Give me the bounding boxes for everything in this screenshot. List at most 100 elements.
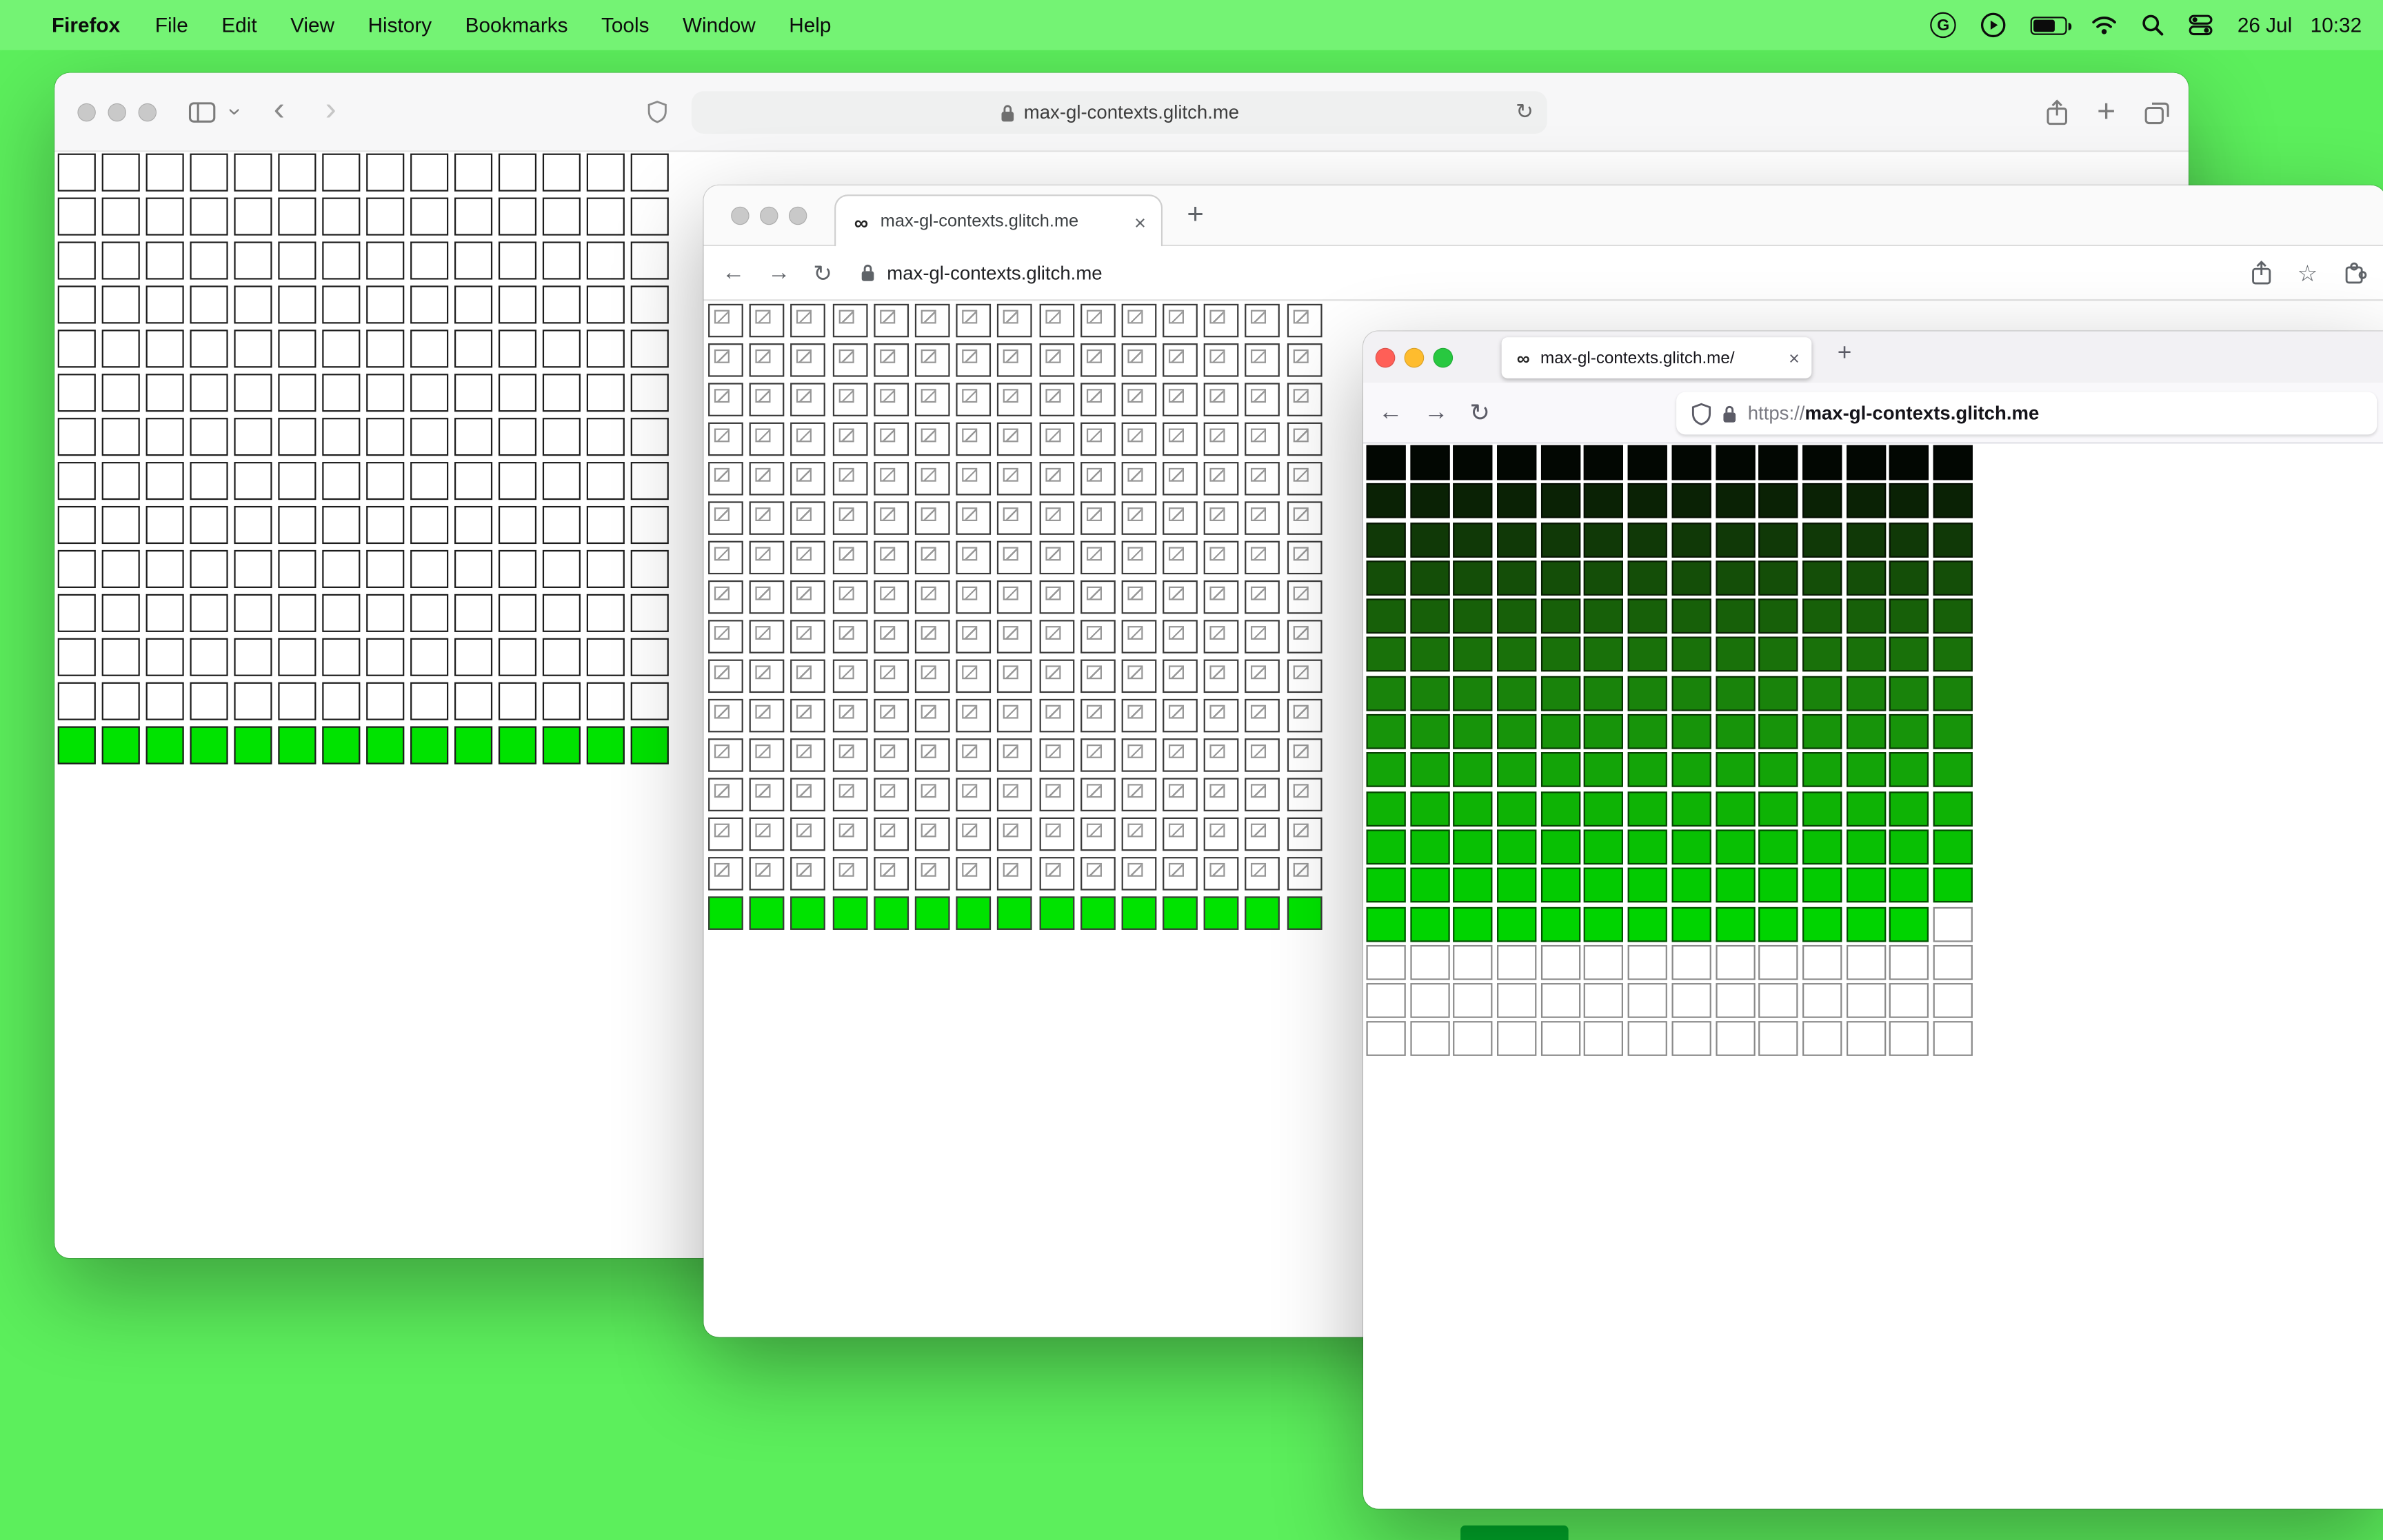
control-center-icon[interactable] xyxy=(2189,14,2213,37)
broken-image-icon xyxy=(755,665,771,680)
back-button[interactable]: ← xyxy=(722,260,745,285)
lock-icon[interactable] xyxy=(1722,403,1737,423)
broken-image-icon xyxy=(879,428,895,443)
tracking-shield-icon[interactable] xyxy=(1691,402,1711,425)
reload-button[interactable]: ↻ xyxy=(1469,397,1490,427)
address-bar[interactable]: https:// max-gl-contexts.glitch.me xyxy=(1676,392,2377,435)
grid-cell xyxy=(1671,868,1711,903)
grid-cell xyxy=(1038,540,1074,575)
close-window-button[interactable] xyxy=(731,206,750,225)
new-tab-button[interactable]: + xyxy=(1187,199,1203,232)
chevron-down-icon[interactable]: › xyxy=(222,108,248,115)
grid-cell xyxy=(1121,698,1157,733)
grid-cell xyxy=(190,726,228,764)
g-badge-icon[interactable]: G xyxy=(1930,12,1957,39)
grid-cell xyxy=(190,505,228,545)
grid-cell xyxy=(1245,698,1280,733)
close-window-button[interactable] xyxy=(77,103,96,122)
grid-cell xyxy=(1204,738,1239,772)
chrome-tab[interactable]: ∞ max-gl-contexts.glitch.me × xyxy=(834,194,1163,248)
grid-cell xyxy=(1540,906,1580,942)
play-circle-icon[interactable] xyxy=(1980,12,2006,38)
grid-cell xyxy=(1080,422,1116,456)
new-tab-button[interactable]: + xyxy=(2097,95,2115,127)
lock-icon[interactable] xyxy=(860,263,875,283)
grid-cell xyxy=(1163,738,1198,772)
reload-button[interactable]: ↻ xyxy=(1516,98,1534,123)
broken-image-icon xyxy=(1086,349,1102,363)
menu-item[interactable]: Edit xyxy=(205,14,274,37)
grid-cell xyxy=(1584,714,1624,749)
sidebar-toggle-icon[interactable] xyxy=(188,102,216,123)
grid-cell xyxy=(1204,896,1239,930)
forward-button[interactable]: → xyxy=(1424,399,1448,427)
broken-image-icon xyxy=(1003,428,1019,443)
menu-item[interactable]: Help xyxy=(772,14,848,37)
minimize-window-button[interactable] xyxy=(760,206,778,225)
back-button[interactable]: ← xyxy=(1378,399,1402,427)
share-icon[interactable] xyxy=(2045,99,2068,126)
back-button[interactable]: ‹ xyxy=(274,90,285,129)
address-bar-url[interactable]: max-gl-contexts.glitch.me xyxy=(887,262,1102,283)
close-window-button[interactable] xyxy=(1375,347,1396,368)
broken-image-icon xyxy=(962,310,978,324)
grid-cell xyxy=(1038,501,1074,535)
broken-image-icon xyxy=(1045,310,1060,324)
menu-item[interactable]: Window xyxy=(666,14,772,37)
broken-image-icon xyxy=(962,428,978,443)
spotlight-search-icon[interactable] xyxy=(2142,14,2164,37)
grid-cell xyxy=(914,422,950,456)
grid-cell xyxy=(454,726,493,764)
grid-cell xyxy=(1758,522,1798,558)
grid-cell xyxy=(1846,983,1886,1019)
reload-button[interactable]: ↻ xyxy=(813,259,832,286)
zoom-window-button[interactable] xyxy=(788,206,807,225)
broken-image-icon xyxy=(755,389,771,403)
menu-item[interactable]: Bookmarks xyxy=(448,14,584,37)
grid-cell xyxy=(790,422,826,456)
share-icon[interactable] xyxy=(2250,260,2271,285)
grid-cell xyxy=(997,857,1033,891)
new-tab-button[interactable]: + xyxy=(1838,341,1852,368)
active-app-name[interactable]: Firefox xyxy=(33,14,138,37)
tab-close-icon[interactable]: × xyxy=(1134,210,1146,233)
tab-close-icon[interactable]: × xyxy=(1789,347,1799,369)
menu-bar-left: Firefox File Edit View History Bookmarks Tool… xyxy=(0,14,848,37)
grid-cell xyxy=(1287,698,1322,733)
tab-overview-icon[interactable] xyxy=(2144,101,2170,124)
address-bar[interactable]: max-gl-contexts.glitch.me ↻ xyxy=(691,91,1547,134)
minimize-window-button[interactable] xyxy=(1404,347,1425,368)
menu-item[interactable]: View xyxy=(274,14,351,37)
privacy-shield-icon[interactable] xyxy=(647,100,667,123)
grid-cell xyxy=(630,374,669,412)
broken-image-icon xyxy=(1292,428,1308,443)
grid-cell xyxy=(454,197,493,236)
zoom-window-button[interactable] xyxy=(1433,347,1454,368)
menu-item[interactable]: History xyxy=(351,14,448,37)
battery-icon[interactable] xyxy=(2031,16,2072,34)
forward-button[interactable]: › xyxy=(325,90,336,129)
tab-title: max-gl-contexts.glitch.me xyxy=(880,212,1079,232)
forward-button[interactable]: → xyxy=(767,260,790,285)
menu-item[interactable]: Tools xyxy=(585,14,666,37)
wifi-icon[interactable] xyxy=(2091,15,2117,35)
grid-row xyxy=(57,153,669,192)
grid-cell xyxy=(1366,598,1406,634)
zoom-window-button[interactable] xyxy=(138,103,157,122)
firefox-tab[interactable]: ∞ max-gl-contexts.glitch.me/ × xyxy=(1501,337,1812,378)
minimize-window-button[interactable] xyxy=(108,103,126,122)
broken-image-icon xyxy=(962,784,978,798)
broken-image-icon xyxy=(796,784,812,798)
grid-cell xyxy=(1933,944,1973,980)
broken-image-icon xyxy=(1251,310,1267,324)
bookmark-star-icon[interactable]: ☆ xyxy=(2297,259,2318,286)
grid-cell xyxy=(1409,598,1450,634)
grid-cell xyxy=(454,594,493,632)
grid-cell xyxy=(322,505,361,545)
extensions-puzzle-icon[interactable] xyxy=(2344,261,2368,285)
menu-item[interactable]: File xyxy=(139,14,205,37)
grid-cell xyxy=(630,594,669,632)
grid-cell xyxy=(1715,791,1755,827)
menu-bar-clock[interactable]: 26 Jul 10:32 xyxy=(2238,14,2362,37)
broken-image-icon xyxy=(1045,705,1060,719)
